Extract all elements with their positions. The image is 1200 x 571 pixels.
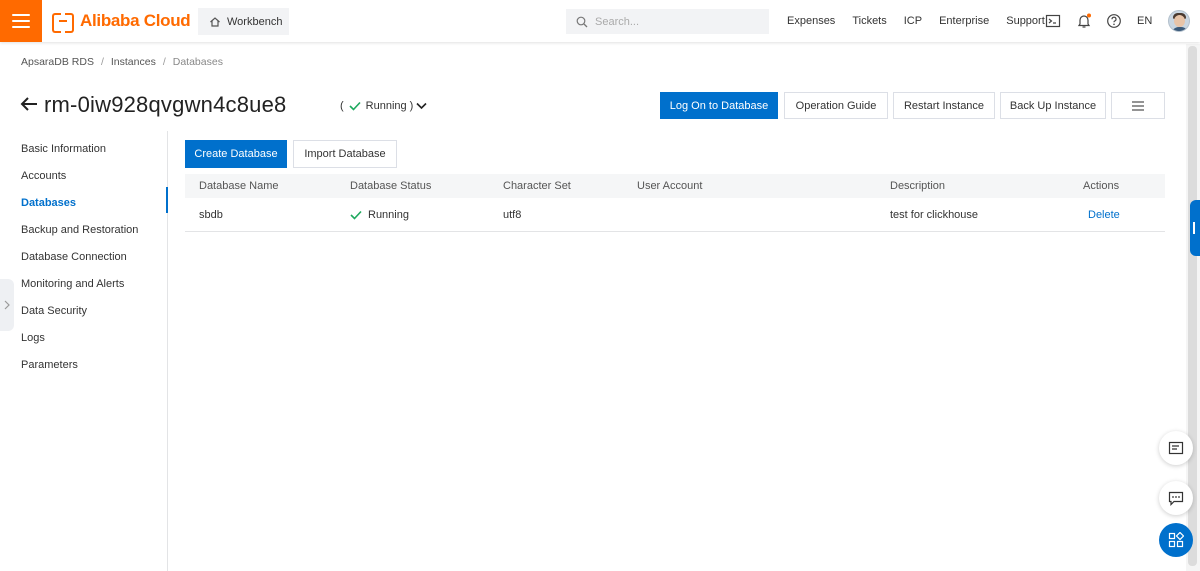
breadcrumb-instances[interactable]: Instances xyxy=(111,56,156,68)
workbench-button[interactable]: Workbench xyxy=(198,8,289,35)
databases-table: Database Name Database Status Character … xyxy=(185,174,1165,232)
log-on-to-database-button[interactable]: Log On to Database xyxy=(660,92,778,119)
apps-floating-button[interactable] xyxy=(1159,523,1193,557)
breadcrumb-separator: / xyxy=(162,56,166,68)
search-input[interactable] xyxy=(595,15,755,28)
top-nav: Expenses Tickets ICP Enterprise Support xyxy=(787,0,1062,42)
side-panel-handle[interactable] xyxy=(1190,200,1200,256)
delete-database-link[interactable]: Delete xyxy=(1088,209,1120,221)
import-database-button[interactable]: Import Database xyxy=(293,140,397,168)
chat-bubble-icon xyxy=(1168,491,1184,506)
check-icon xyxy=(350,210,362,220)
sidebar-item-basic-information[interactable]: Basic Information xyxy=(21,143,106,155)
list-menu-icon xyxy=(1132,100,1144,111)
description-cell: test for clickhouse xyxy=(890,209,979,221)
home-icon xyxy=(210,16,220,27)
sidebar-item-data-security[interactable]: Data Security xyxy=(21,305,87,317)
feedback-icon xyxy=(1168,441,1184,455)
apps-grid-icon xyxy=(1168,532,1184,548)
instance-id-title: rm-0iw928qvgwn4c8ue8 xyxy=(44,92,287,117)
status-paren-open: ( xyxy=(340,100,344,112)
chevron-down-icon xyxy=(416,102,427,110)
sidebar-item-monitoring-and-alerts[interactable]: Monitoring and Alerts xyxy=(21,278,124,290)
database-status-cell: Running xyxy=(350,209,409,221)
search-icon xyxy=(576,16,588,27)
sidebar-item-databases[interactable]: Databases xyxy=(21,197,76,209)
instance-status-dropdown[interactable]: ( Running ) xyxy=(340,100,427,112)
brand-logo[interactable]: Alibaba Cloud xyxy=(52,10,191,33)
notification-bell-icon[interactable] xyxy=(1076,13,1092,29)
back-up-instance-button[interactable]: Back Up Instance xyxy=(1000,92,1106,119)
nav-icp[interactable]: ICP xyxy=(904,15,922,27)
database-status-text: Running xyxy=(368,209,409,221)
breadcrumb-databases: Databases xyxy=(172,56,223,68)
nav-expenses[interactable]: Expenses xyxy=(787,15,835,27)
column-header-database-status: Database Status xyxy=(350,180,432,192)
global-search[interactable] xyxy=(566,9,769,34)
status-paren-close: ) xyxy=(409,100,414,112)
chevron-right-icon xyxy=(4,300,10,310)
alibaba-cloud-logo-icon xyxy=(52,13,74,33)
sidebar-active-indicator xyxy=(166,187,168,213)
create-database-button[interactable]: Create Database xyxy=(185,140,287,168)
nav-support[interactable]: Support xyxy=(1006,15,1045,27)
more-actions-button[interactable] xyxy=(1111,92,1165,119)
back-arrow-icon[interactable] xyxy=(20,96,38,112)
help-icon[interactable] xyxy=(1106,13,1122,29)
nav-tickets[interactable]: Tickets xyxy=(852,15,886,27)
sidebar-item-logs[interactable]: Logs xyxy=(21,332,45,344)
table-row: sbdb Running utf8 test for clickhouse De… xyxy=(185,198,1165,232)
sidebar-item-backup-and-restoration[interactable]: Backup and Restoration xyxy=(21,224,138,236)
feedback-floating-button[interactable] xyxy=(1159,431,1193,465)
operation-guide-button[interactable]: Operation Guide xyxy=(784,92,888,119)
sidebar-item-accounts[interactable]: Accounts xyxy=(21,170,66,182)
table-header: Database Name Database Status Character … xyxy=(185,174,1165,198)
sidebar-collapse-toggle[interactable] xyxy=(0,279,14,331)
language-switcher[interactable]: EN xyxy=(1137,15,1152,27)
column-header-user-account: User Account xyxy=(637,180,703,192)
hamburger-menu-icon[interactable] xyxy=(0,0,42,42)
breadcrumb-apsaradb-rds[interactable]: ApsaraDB RDS xyxy=(21,56,94,68)
instance-status-text: Running xyxy=(365,100,407,112)
restart-instance-button[interactable]: Restart Instance xyxy=(893,92,995,119)
column-header-description: Description xyxy=(890,180,946,192)
sidebar-item-database-connection[interactable]: Database Connection xyxy=(21,251,127,263)
instance-sidebar: Basic Information Accounts Databases Bac… xyxy=(0,131,168,571)
column-header-database-name: Database Name xyxy=(199,180,279,192)
user-avatar[interactable] xyxy=(1168,10,1190,32)
nav-enterprise[interactable]: Enterprise xyxy=(939,15,989,27)
column-header-character-set: Character Set xyxy=(503,180,571,192)
brand-name: Alibaba Cloud xyxy=(80,11,191,30)
chat-floating-button[interactable] xyxy=(1159,481,1193,515)
breadcrumb-separator: / xyxy=(100,56,104,68)
top-bar: Alibaba Cloud Workbench Expenses Tickets… xyxy=(0,0,1200,42)
character-set-cell: utf8 xyxy=(503,209,522,221)
column-header-actions: Actions xyxy=(1083,180,1120,192)
database-name-cell: sbdb xyxy=(199,209,223,221)
sidebar-item-parameters[interactable]: Parameters xyxy=(21,359,78,371)
cloud-shell-icon[interactable] xyxy=(1045,13,1061,29)
breadcrumb: ApsaraDB RDS / Instances / Databases xyxy=(21,56,223,68)
workbench-label: Workbench xyxy=(227,15,283,28)
check-icon xyxy=(349,101,361,111)
